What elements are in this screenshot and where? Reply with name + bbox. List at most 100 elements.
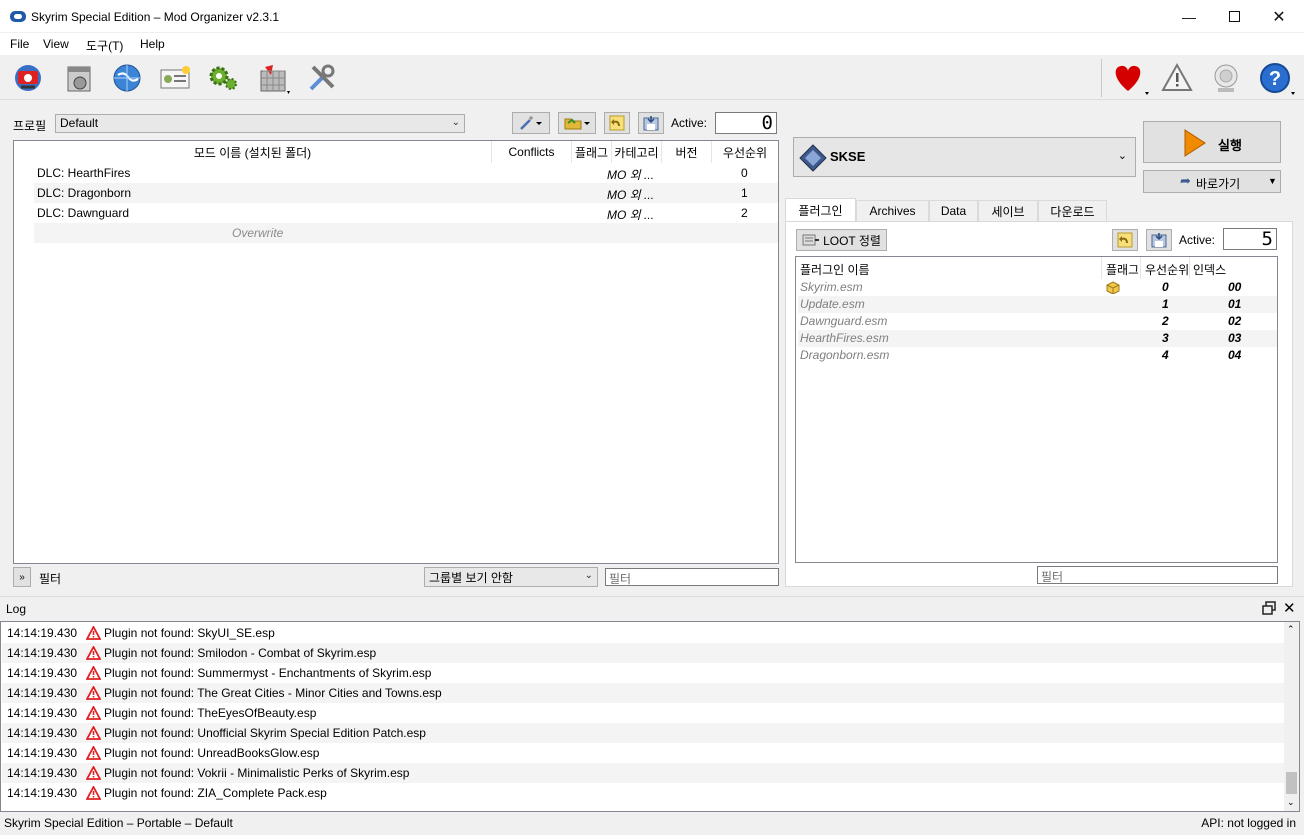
update-icon[interactable] bbox=[1209, 61, 1243, 95]
problems-warning-icon[interactable] bbox=[1161, 61, 1195, 95]
tab-archives[interactable]: Archives bbox=[856, 200, 929, 221]
filter-label: 필터 bbox=[39, 572, 62, 586]
nexus-globe-icon[interactable] bbox=[110, 61, 144, 95]
mod-name: DLC: Dragonborn bbox=[37, 186, 132, 200]
log-message: Plugin not found: Vokrii - Minimalistic … bbox=[104, 766, 410, 780]
undock-icon[interactable] bbox=[1262, 601, 1276, 615]
create-backup-button[interactable] bbox=[638, 112, 664, 134]
column-conflicts[interactable]: Conflicts bbox=[492, 141, 572, 163]
log-entry: 14:14:19.430 Plugin not found: Vokrii - … bbox=[2, 763, 1284, 783]
log-message: Plugin not found: Unofficial Skyrim Spec… bbox=[104, 726, 426, 740]
log-time: 14:14:19.430 bbox=[7, 646, 78, 660]
plugin-row[interactable]: Skyrim.esm 0 00 bbox=[798, 279, 1277, 296]
column-plugin-priority[interactable]: 우선순위 bbox=[1145, 261, 1189, 278]
run-button[interactable]: 실행 bbox=[1143, 121, 1281, 163]
log-time: 14:14:19.430 bbox=[7, 626, 78, 640]
column-category[interactable]: 카테고리 bbox=[612, 141, 662, 163]
executable-select[interactable]: SKSE ⌄ bbox=[793, 137, 1136, 177]
app-icon bbox=[10, 11, 26, 22]
close-icon[interactable]: ✕ bbox=[1256, 0, 1302, 33]
menu-help[interactable]: Help bbox=[140, 37, 165, 51]
restore-backup-button[interactable] bbox=[604, 112, 630, 134]
menu-bar: File View 도구(T) Help bbox=[0, 33, 1304, 55]
expand-filters-button[interactable]: » bbox=[13, 567, 31, 587]
mod-category: MO 외 ... bbox=[607, 168, 655, 182]
menu-view[interactable]: View bbox=[43, 37, 69, 51]
endorse-heart-icon[interactable] bbox=[1111, 61, 1149, 95]
mod-name: DLC: HearthFires bbox=[37, 166, 131, 180]
log-message: Plugin not found: The Great Cities - Min… bbox=[104, 686, 442, 700]
wand-icon bbox=[520, 116, 542, 130]
tab-saves[interactable]: 세이브 bbox=[978, 200, 1038, 221]
close-icon[interactable]: ✕ bbox=[1283, 599, 1296, 617]
warning-icon bbox=[86, 726, 101, 740]
log-entry: 14:14:19.430 Plugin not found: Summermys… bbox=[2, 663, 1284, 683]
scrollbar-thumb[interactable] bbox=[1286, 772, 1297, 794]
install-mod-icon[interactable] bbox=[62, 61, 96, 95]
warning-icon bbox=[86, 766, 101, 780]
title-bar: Skyrim Special Edition – Mod Organizer v… bbox=[0, 0, 1304, 33]
settings-wrench-icon[interactable] bbox=[305, 61, 339, 95]
group-by-select[interactable]: 그룹별 보기 안함 ⌄ bbox=[424, 567, 598, 587]
overwrite-row[interactable]: Overwrite bbox=[34, 223, 778, 243]
mod-filter-input[interactable]: 필터 bbox=[605, 568, 779, 586]
tab-downloads[interactable]: 다운로드 bbox=[1038, 200, 1107, 221]
log-entry: 14:14:19.430 Plugin not found: SkyUI_SE.… bbox=[2, 623, 1284, 643]
column-plugin-name[interactable]: 플러그인 이름 bbox=[800, 261, 870, 278]
plugin-row[interactable]: HearthFires.esm 3 03 bbox=[798, 330, 1277, 347]
mod-row[interactable]: DLC: Dragonborn MO 외 ... 1 bbox=[34, 183, 778, 203]
shortcut-button[interactable]: ➦ 바로가기 ▼ bbox=[1143, 170, 1281, 193]
log-entry: 14:14:19.430 Plugin not found: Smilodon … bbox=[2, 643, 1284, 663]
log-time: 14:14:19.430 bbox=[7, 706, 78, 720]
loot-sort-button[interactable]: LOOT 정렬 bbox=[796, 229, 887, 251]
scroll-down-icon[interactable]: ⌄ bbox=[1287, 797, 1295, 808]
column-version[interactable]: 버전 bbox=[662, 141, 712, 163]
profiles-icon[interactable] bbox=[158, 61, 192, 95]
plugin-filter-input[interactable]: 필터 bbox=[1037, 566, 1278, 584]
log-scrollbar[interactable]: ⌃ ⌄ bbox=[1284, 622, 1299, 811]
plugin-list[interactable]: 플러그인 이름 플래그 우선순위 인덱스 Skyrim.esm 0 00 Upd… bbox=[795, 256, 1278, 563]
plugin-row[interactable]: Update.esm 1 01 bbox=[798, 296, 1277, 313]
tools-puzzle-icon[interactable] bbox=[257, 61, 291, 95]
plugin-row[interactable]: Dragonborn.esm 4 04 bbox=[798, 347, 1277, 364]
mod-row[interactable]: DLC: Dawnguard MO 외 ... 2 bbox=[34, 203, 778, 223]
scroll-up-icon[interactable]: ⌃ bbox=[1287, 624, 1295, 635]
column-mod-name[interactable]: 모드 이름 (설치된 폴더) bbox=[14, 141, 492, 163]
minimize-icon[interactable]: — bbox=[1166, 0, 1212, 33]
mod-actions-button[interactable] bbox=[512, 112, 550, 134]
log-message: Plugin not found: Summermyst - Enchantme… bbox=[104, 666, 432, 680]
column-priority[interactable]: 우선순위 bbox=[712, 141, 778, 163]
log-message: Plugin not found: ZIA_Complete Pack.esp bbox=[104, 786, 327, 800]
help-icon[interactable]: ? bbox=[1258, 61, 1295, 95]
profile-select[interactable]: Default ⌄ bbox=[55, 114, 465, 133]
run-label: 실행 bbox=[1218, 138, 1242, 153]
log-time: 14:14:19.430 bbox=[7, 686, 78, 700]
shortcut-label: 바로가기 bbox=[1196, 177, 1241, 191]
maximize-icon[interactable] bbox=[1211, 0, 1257, 33]
change-game-icon[interactable] bbox=[11, 61, 45, 95]
plugin-row[interactable]: Dawnguard.esm 2 02 bbox=[798, 313, 1277, 330]
column-plugin-index[interactable]: 인덱스 bbox=[1193, 261, 1226, 278]
chevron-down-icon: ⌄ bbox=[451, 117, 460, 128]
tab-data[interactable]: Data bbox=[929, 200, 978, 221]
overwrite-label: Overwrite bbox=[232, 226, 284, 240]
log-list[interactable]: 14:14:19.430 Plugin not found: SkyUI_SE.… bbox=[0, 621, 1300, 812]
column-flags[interactable]: 플래그 bbox=[572, 141, 612, 163]
mod-name: DLC: Dawnguard bbox=[37, 206, 130, 220]
executables-gear-icon[interactable] bbox=[206, 61, 240, 95]
mod-list[interactable]: 모드 이름 (설치된 폴더) Conflicts 플래그 카테고리 버전 우선순… bbox=[13, 140, 779, 564]
plugin-index: 02 bbox=[1228, 314, 1242, 328]
column-plugin-flags[interactable]: 플래그 bbox=[1106, 261, 1138, 278]
menu-tools[interactable]: 도구(T) bbox=[86, 37, 123, 54]
plugin-name: Dawnguard.esm bbox=[800, 314, 888, 328]
plugin-priority: 2 bbox=[1162, 314, 1169, 328]
package-icon bbox=[1106, 281, 1120, 294]
tab-plugins[interactable]: 플러그인 bbox=[785, 198, 856, 222]
plugins-create-backup-button[interactable] bbox=[1146, 229, 1172, 251]
warning-icon bbox=[86, 746, 101, 760]
mod-row[interactable]: DLC: HearthFires MO 외 ... 0 bbox=[34, 163, 778, 183]
plugins-restore-backup-button[interactable] bbox=[1112, 229, 1138, 251]
column-divider bbox=[1140, 257, 1141, 279]
menu-file[interactable]: File bbox=[10, 37, 29, 51]
open-folder-button[interactable] bbox=[558, 112, 596, 134]
